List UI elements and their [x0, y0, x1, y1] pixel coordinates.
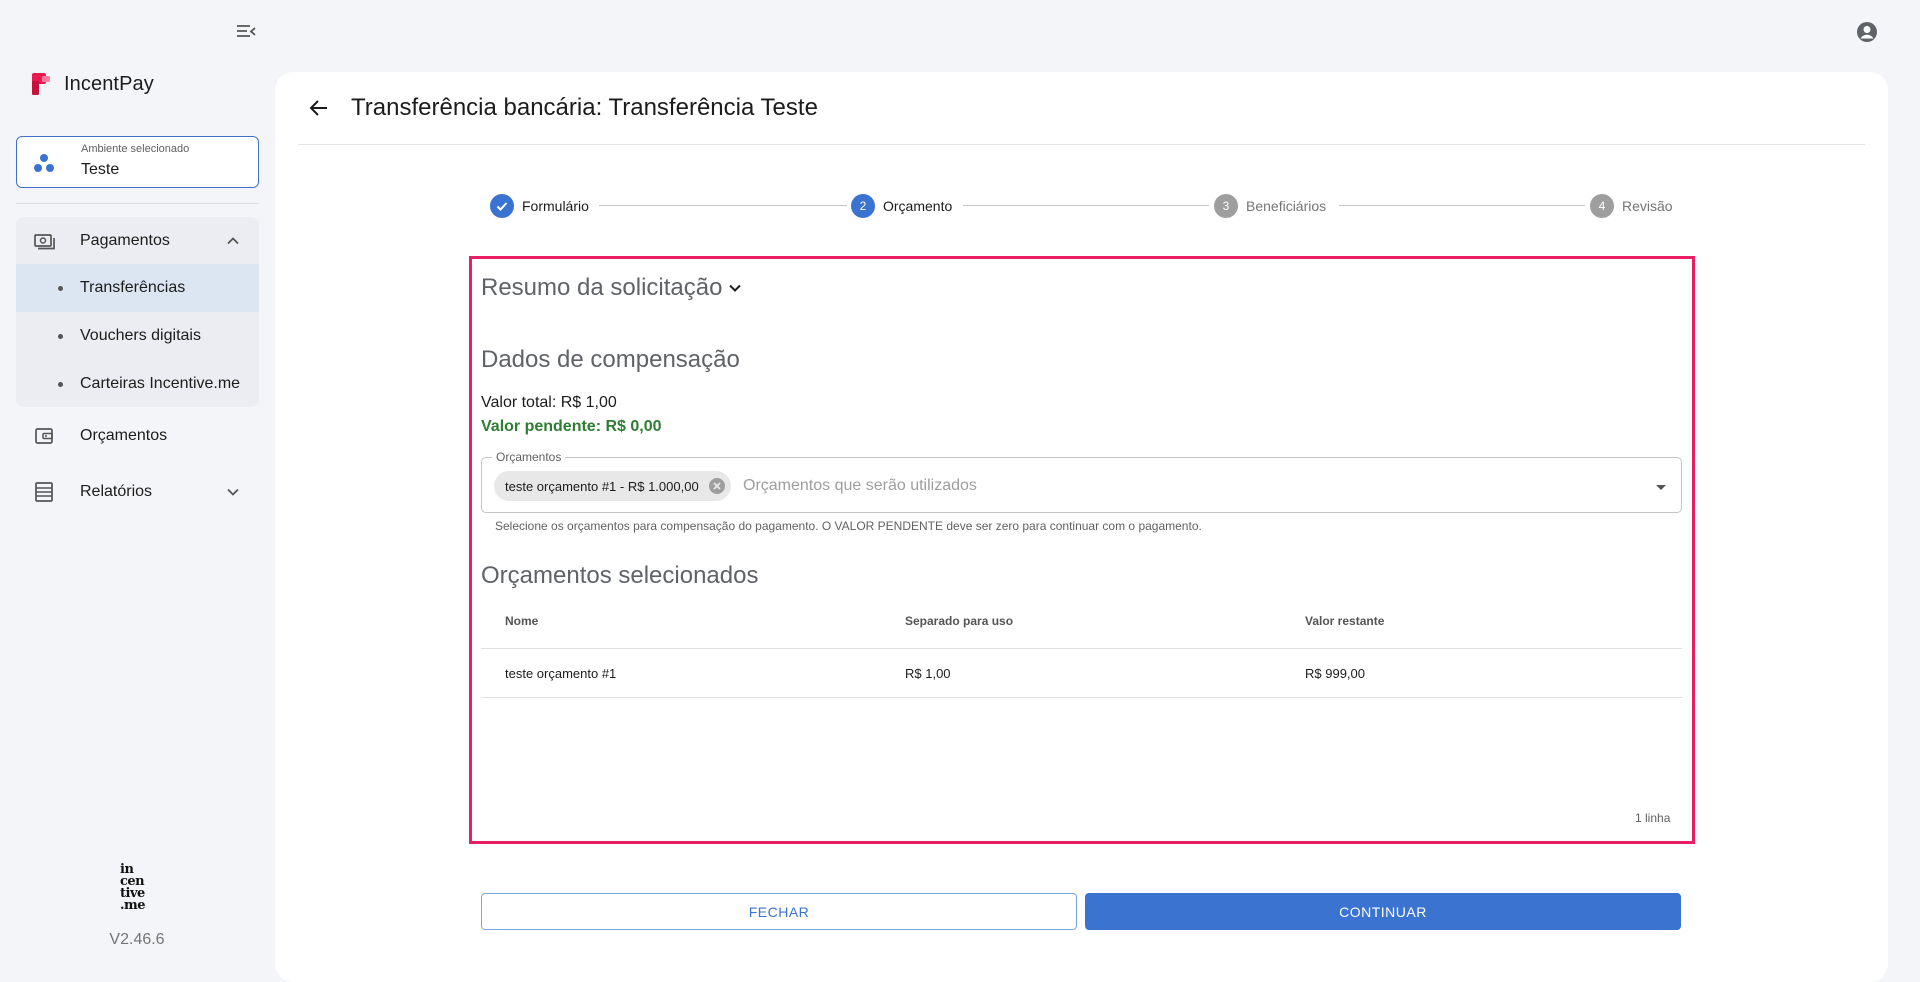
sidebar-item-label: Transferências	[80, 279, 186, 296]
step-budget: 2 Orçamento	[851, 194, 952, 218]
stepper-connector	[599, 205, 847, 206]
step-label: Revisão	[1622, 198, 1673, 214]
column-header-remaining[interactable]: Valor restante	[1305, 614, 1384, 628]
selected-budget-chip: teste orçamento #1 - R$ 1.000,00	[494, 471, 731, 501]
title-divider	[298, 144, 1865, 145]
account-icon[interactable]	[1855, 20, 1879, 44]
dropdown-arrow-icon[interactable]	[1654, 480, 1668, 490]
row-count: 1 linha	[1635, 811, 1671, 825]
sidebar: IncentPay Ambiente selecionado Teste Pag…	[0, 0, 274, 968]
summary-label: Resumo da solicitação	[481, 274, 723, 301]
sidebar-item-label: Orçamentos	[80, 427, 168, 444]
continue-button[interactable]: CONTINUAR	[1085, 893, 1681, 930]
step-number: 4	[1590, 194, 1614, 218]
step-form: Formulário	[490, 194, 589, 218]
budgets-helper-text: Selecione os orçamentos para compensação…	[495, 519, 1202, 533]
sidebar-item-digital-vouchers[interactable]: Vouchers digitais	[16, 312, 259, 360]
stepper-connector	[963, 205, 1209, 206]
chevron-up-icon	[225, 233, 241, 249]
total-value: Valor total: R$ 1,00	[481, 394, 617, 411]
remove-chip-icon[interactable]	[707, 476, 727, 496]
step-label: Formulário	[522, 198, 589, 214]
chip-label: teste orçamento #1 - R$ 1.000,00	[505, 478, 699, 494]
pending-value: Valor pendente: R$ 0,00	[481, 418, 662, 435]
highlight-box	[469, 256, 1695, 844]
step-label: Beneficiários	[1246, 198, 1327, 214]
column-header-reserved[interactable]: Separado para uso	[905, 614, 1013, 628]
incentpay-logo-icon	[30, 71, 52, 97]
sidebar-item-payments[interactable]: Pagamentos	[16, 217, 259, 265]
column-header-name[interactable]: Nome	[505, 614, 538, 628]
step-review: 4 Revisão	[1590, 194, 1673, 218]
budgets-select-label: Orçamentos	[492, 450, 566, 464]
environment-selector[interactable]: Ambiente selecionado Teste	[16, 136, 259, 188]
step-number: 2	[851, 194, 875, 218]
sidebar-item-label: Vouchers digitais	[80, 327, 201, 344]
sidebar-item-label: Carteiras Incentive.me	[80, 375, 241, 392]
cell-reserved: R$ 1,00	[905, 666, 951, 681]
chevron-down-icon	[225, 484, 241, 500]
brand: IncentPay	[30, 70, 154, 98]
step-label: Orçamento	[883, 198, 953, 214]
bullet	[58, 285, 63, 291]
budgets-select-placeholder: Orçamentos que serão utilizados	[743, 477, 977, 494]
environment-caption: Ambiente selecionado	[81, 143, 190, 155]
sidebar-item-reports[interactable]: Relatórios	[16, 468, 259, 516]
nav-group-payments: Pagamentos Transferências Vouchers digit…	[16, 217, 259, 407]
environment-value: Teste	[81, 161, 120, 178]
chevron-down-icon	[728, 274, 742, 302]
sidebar-divider	[16, 203, 259, 204]
summary-toggle[interactable]: Resumo da solicitação	[481, 274, 742, 302]
table-row[interactable]	[481, 649, 1682, 697]
cell-remaining: R$ 999,00	[1305, 666, 1365, 681]
environment-icon	[33, 153, 55, 173]
close-button[interactable]: FECHAR	[481, 893, 1077, 930]
selected-budgets-heading: Orçamentos selecionados	[481, 562, 759, 589]
sidebar-item-wallets[interactable]: Carteiras Incentive.me	[16, 360, 259, 408]
stepper-connector	[1339, 205, 1585, 206]
table-divider	[481, 697, 1682, 698]
sidebar-item-label: Relatórios	[80, 483, 153, 500]
back-arrow-icon[interactable]	[306, 96, 332, 120]
incentive-me-logo: in cen tive .me	[120, 862, 146, 913]
app-version: V2.46.6	[109, 931, 165, 948]
sidebar-item-transfers[interactable]: Transferências	[16, 264, 259, 312]
wallet-icon	[32, 424, 56, 448]
check-icon	[490, 194, 514, 218]
cell-name: teste orçamento #1	[505, 666, 617, 681]
payments-icon	[32, 229, 56, 253]
sidebar-item-budgets[interactable]: Orçamentos	[16, 412, 259, 460]
page-title: Transferência bancária: Transferência Te…	[351, 94, 818, 121]
reports-icon	[32, 480, 56, 504]
step-number: 3	[1214, 194, 1238, 218]
bullet	[58, 333, 63, 339]
collapse-menu-icon[interactable]	[234, 20, 258, 44]
bullet	[58, 381, 63, 387]
app-name: IncentPay	[64, 72, 154, 95]
sidebar-item-label: Pagamentos	[80, 232, 170, 249]
step-beneficiaries: 3 Beneficiários	[1214, 194, 1326, 218]
compensation-heading: Dados de compensação	[481, 346, 740, 373]
